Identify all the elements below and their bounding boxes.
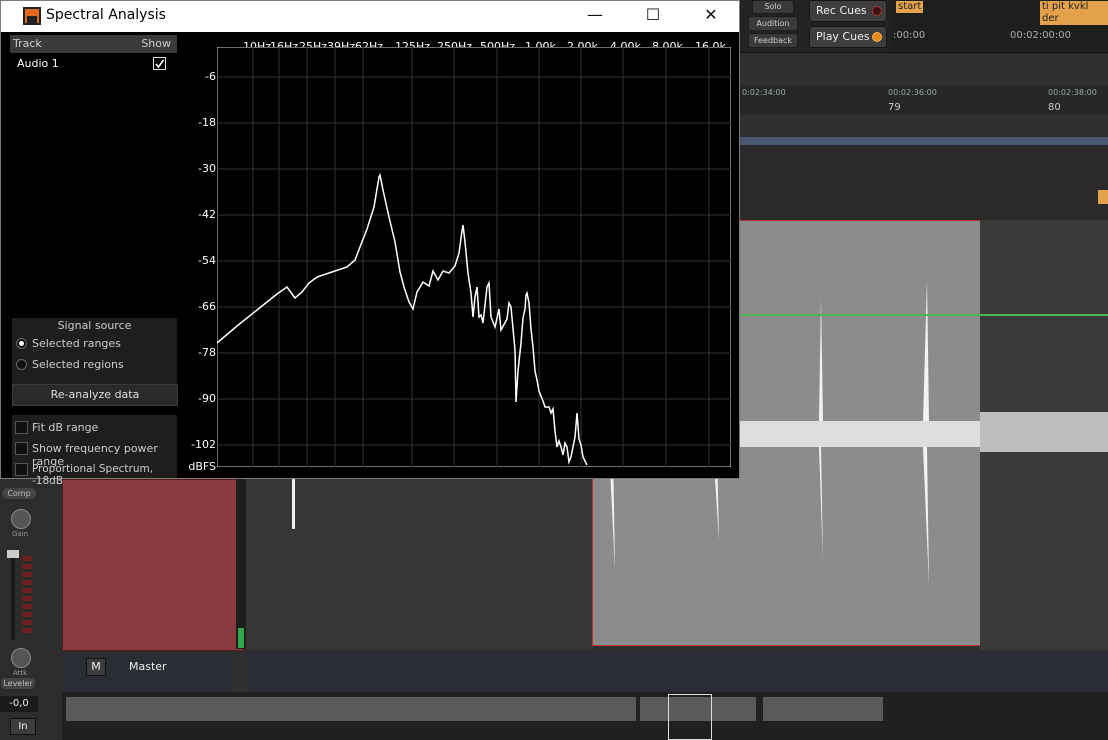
db-label-6: -6	[205, 70, 216, 83]
db-label-18: -18	[198, 116, 216, 129]
volume-envelope[interactable]	[740, 314, 1108, 316]
proportional-label: Proportional Spectrum, -18dB	[32, 463, 154, 487]
track-name: Audio 1	[17, 57, 59, 70]
source-selected-ranges[interactable]: Selected ranges	[12, 335, 177, 353]
navigator-viewport[interactable]	[668, 694, 712, 740]
ruler-time-3: 00:02:38:00	[1048, 88, 1097, 97]
title-bar[interactable]: Spectral Analysis — ☐ ✕	[1, 1, 739, 32]
track-list-header: Track Show	[10, 35, 177, 53]
feedback-button[interactable]: Feedback	[748, 33, 798, 48]
attack-knob[interactable]	[11, 648, 31, 668]
navigator-region	[66, 697, 636, 721]
signal-source-label: Signal source	[57, 319, 132, 332]
play-cues-led-icon	[872, 32, 882, 42]
track-lane-left[interactable]	[246, 479, 592, 649]
marker-lane	[740, 145, 1108, 221]
meter-level	[238, 628, 244, 648]
rec-cues-label: Rec Cues	[816, 4, 867, 17]
close-button[interactable]: ✕	[682, 1, 740, 31]
reanalyze-button[interactable]: Re-analyze data	[12, 384, 178, 406]
minimize-button[interactable]: —	[566, 1, 624, 31]
marker-flag-icon	[1098, 190, 1108, 204]
checkmark-icon	[155, 59, 165, 69]
db-label-54: -54	[198, 254, 216, 267]
db-label-42: -42	[198, 208, 216, 221]
gain-reduction-meter	[22, 556, 32, 636]
proportional-checkbox[interactable]	[15, 463, 28, 476]
spectrum-plot[interactable]	[217, 47, 731, 467]
comp-button[interactable]: Comp	[2, 488, 36, 499]
value-readout[interactable]: -0,0	[0, 696, 38, 712]
fit-db-label: Fit dB range	[32, 421, 99, 434]
time-left: :00:00	[893, 30, 926, 41]
fader-track[interactable]	[11, 550, 15, 640]
window-title: Spectral Analysis	[46, 7, 166, 23]
freq-power-checkbox[interactable]	[15, 442, 28, 455]
play-cues-label: Play Cues	[816, 30, 870, 43]
track-header: Track	[13, 37, 42, 50]
master-mute-button[interactable]: M	[86, 658, 106, 676]
bar-80: 80	[1048, 102, 1061, 113]
input-button[interactable]: In	[10, 718, 36, 735]
db-label-90: -90	[198, 392, 216, 405]
marker-end[interactable]: ti pit kvkl der	[1040, 1, 1108, 25]
db-label-78: -78	[198, 346, 216, 359]
master-label: Master	[129, 660, 167, 673]
ruler-time-2: 00:02:36:00	[888, 88, 937, 97]
audio-region-red[interactable]	[62, 479, 244, 651]
plot-frame	[217, 47, 731, 467]
show-header: Show	[141, 37, 171, 50]
marker-start[interactable]: start	[896, 1, 924, 13]
bar-79: 79	[888, 102, 901, 113]
option-freq-power[interactable]: Show frequency power range	[12, 440, 177, 468]
ruler-time-1: 0:02:34:00	[742, 88, 786, 97]
fader-handle[interactable]	[7, 550, 19, 558]
app-icon	[23, 7, 41, 25]
track-show-checkbox[interactable]	[153, 57, 166, 70]
attack-label: Attk	[13, 669, 28, 677]
radio-selected-ranges[interactable]	[16, 338, 27, 349]
track-row[interactable]: Audio 1	[10, 55, 177, 73]
loop-range-bar[interactable]	[740, 137, 1108, 145]
master-lane	[246, 652, 1108, 692]
leveler-button[interactable]: Leveler	[1, 678, 35, 689]
selected-ranges-label: Selected ranges	[32, 337, 121, 350]
radio-selected-regions[interactable]	[16, 359, 27, 370]
track-meter	[236, 479, 246, 649]
selected-regions-label: Selected regions	[32, 358, 124, 371]
maximize-button[interactable]: ☐	[624, 1, 682, 31]
waveform-right	[980, 412, 1108, 452]
dbfs-unit-label: dBFS	[188, 460, 216, 473]
db-label-30: -30	[198, 162, 216, 175]
option-proportional[interactable]: Proportional Spectrum, -18dB	[12, 461, 177, 487]
time-right: 00:02:00:00	[1010, 30, 1072, 41]
radio-dot-icon	[19, 341, 24, 346]
gain-label: Gain	[12, 530, 29, 538]
solo-button[interactable]: Solo	[752, 0, 794, 14]
track-panel: Track Show Audio 1 Signal source Selecte…	[10, 35, 178, 487]
db-label-66: -66	[198, 300, 216, 313]
db-label-102: -102	[191, 438, 216, 451]
source-selected-regions[interactable]: Selected regions	[12, 356, 177, 374]
navigator-region-3	[763, 697, 883, 721]
fit-db-checkbox[interactable]	[15, 421, 28, 434]
rec-cues-led-icon	[872, 6, 882, 16]
audition-button[interactable]: Audition	[748, 16, 798, 31]
rec-cues-button[interactable]: Rec Cues	[809, 0, 887, 22]
gain-knob[interactable]	[11, 509, 31, 529]
waveform-spike	[292, 479, 295, 529]
play-cues-button[interactable]: Play Cues	[809, 26, 887, 48]
option-fit-db[interactable]: Fit dB range	[12, 419, 177, 437]
